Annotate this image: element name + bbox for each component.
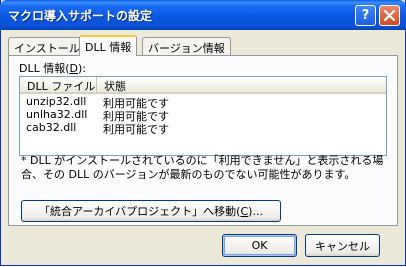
cancel-button[interactable]: キャンセル <box>305 234 380 257</box>
close-button[interactable] <box>379 5 400 26</box>
tab-install-label: インストール <box>14 42 80 55</box>
dll-list[interactable]: DLL ファイル 状態 unzip32.dll 利用可能です unlha32.d… <box>19 76 387 156</box>
tab-dll-info-label: DLL 情報 <box>85 41 132 54</box>
column-dll-file[interactable]: DLL ファイル <box>20 77 97 94</box>
dll-file-name: unlha32.dll <box>26 108 88 121</box>
tab-install[interactable]: インストール <box>8 37 86 55</box>
ok-button[interactable]: OK <box>222 234 297 257</box>
tab-version-info[interactable]: バージョン情報 <box>142 37 231 55</box>
help-button[interactable]: ? <box>355 5 376 26</box>
window-title: マクロ導入サポートの設定 <box>8 9 153 23</box>
dialog-window: マクロ導入サポートの設定 ? インストール DLL 情報 バージョン情報 DLL… <box>0 0 406 266</box>
tab-version-info-label: バージョン情報 <box>148 42 225 55</box>
dll-status: 利用可能です <box>103 123 169 136</box>
help-icon: ? <box>361 8 370 23</box>
dll-file-name: cab32.dll <box>26 121 77 134</box>
go-to-archiver-project-button[interactable]: 「統合アーカイバプロジェクト」へ移動(C)... <box>21 200 281 222</box>
list-item[interactable]: unzip32.dll 利用可能です <box>20 95 386 110</box>
close-icon <box>384 10 395 21</box>
dll-version-note: * DLL がインストールされているのに「利用できません」と表示される場合、その… <box>21 154 384 181</box>
dll-info-label: DLL 情報(D): <box>19 62 86 75</box>
tab-dll-info[interactable]: DLL 情報 <box>79 35 138 56</box>
dll-list-header: DLL ファイル 状態 <box>20 77 386 94</box>
dll-file-name: unzip32.dll <box>26 95 87 108</box>
list-item[interactable]: unlha32.dll 利用可能です <box>20 108 386 123</box>
list-item[interactable]: cab32.dll 利用可能です <box>20 121 386 136</box>
column-status[interactable]: 状態 <box>97 77 386 94</box>
title-bar[interactable]: マクロ導入サポートの設定 ? <box>0 0 406 30</box>
